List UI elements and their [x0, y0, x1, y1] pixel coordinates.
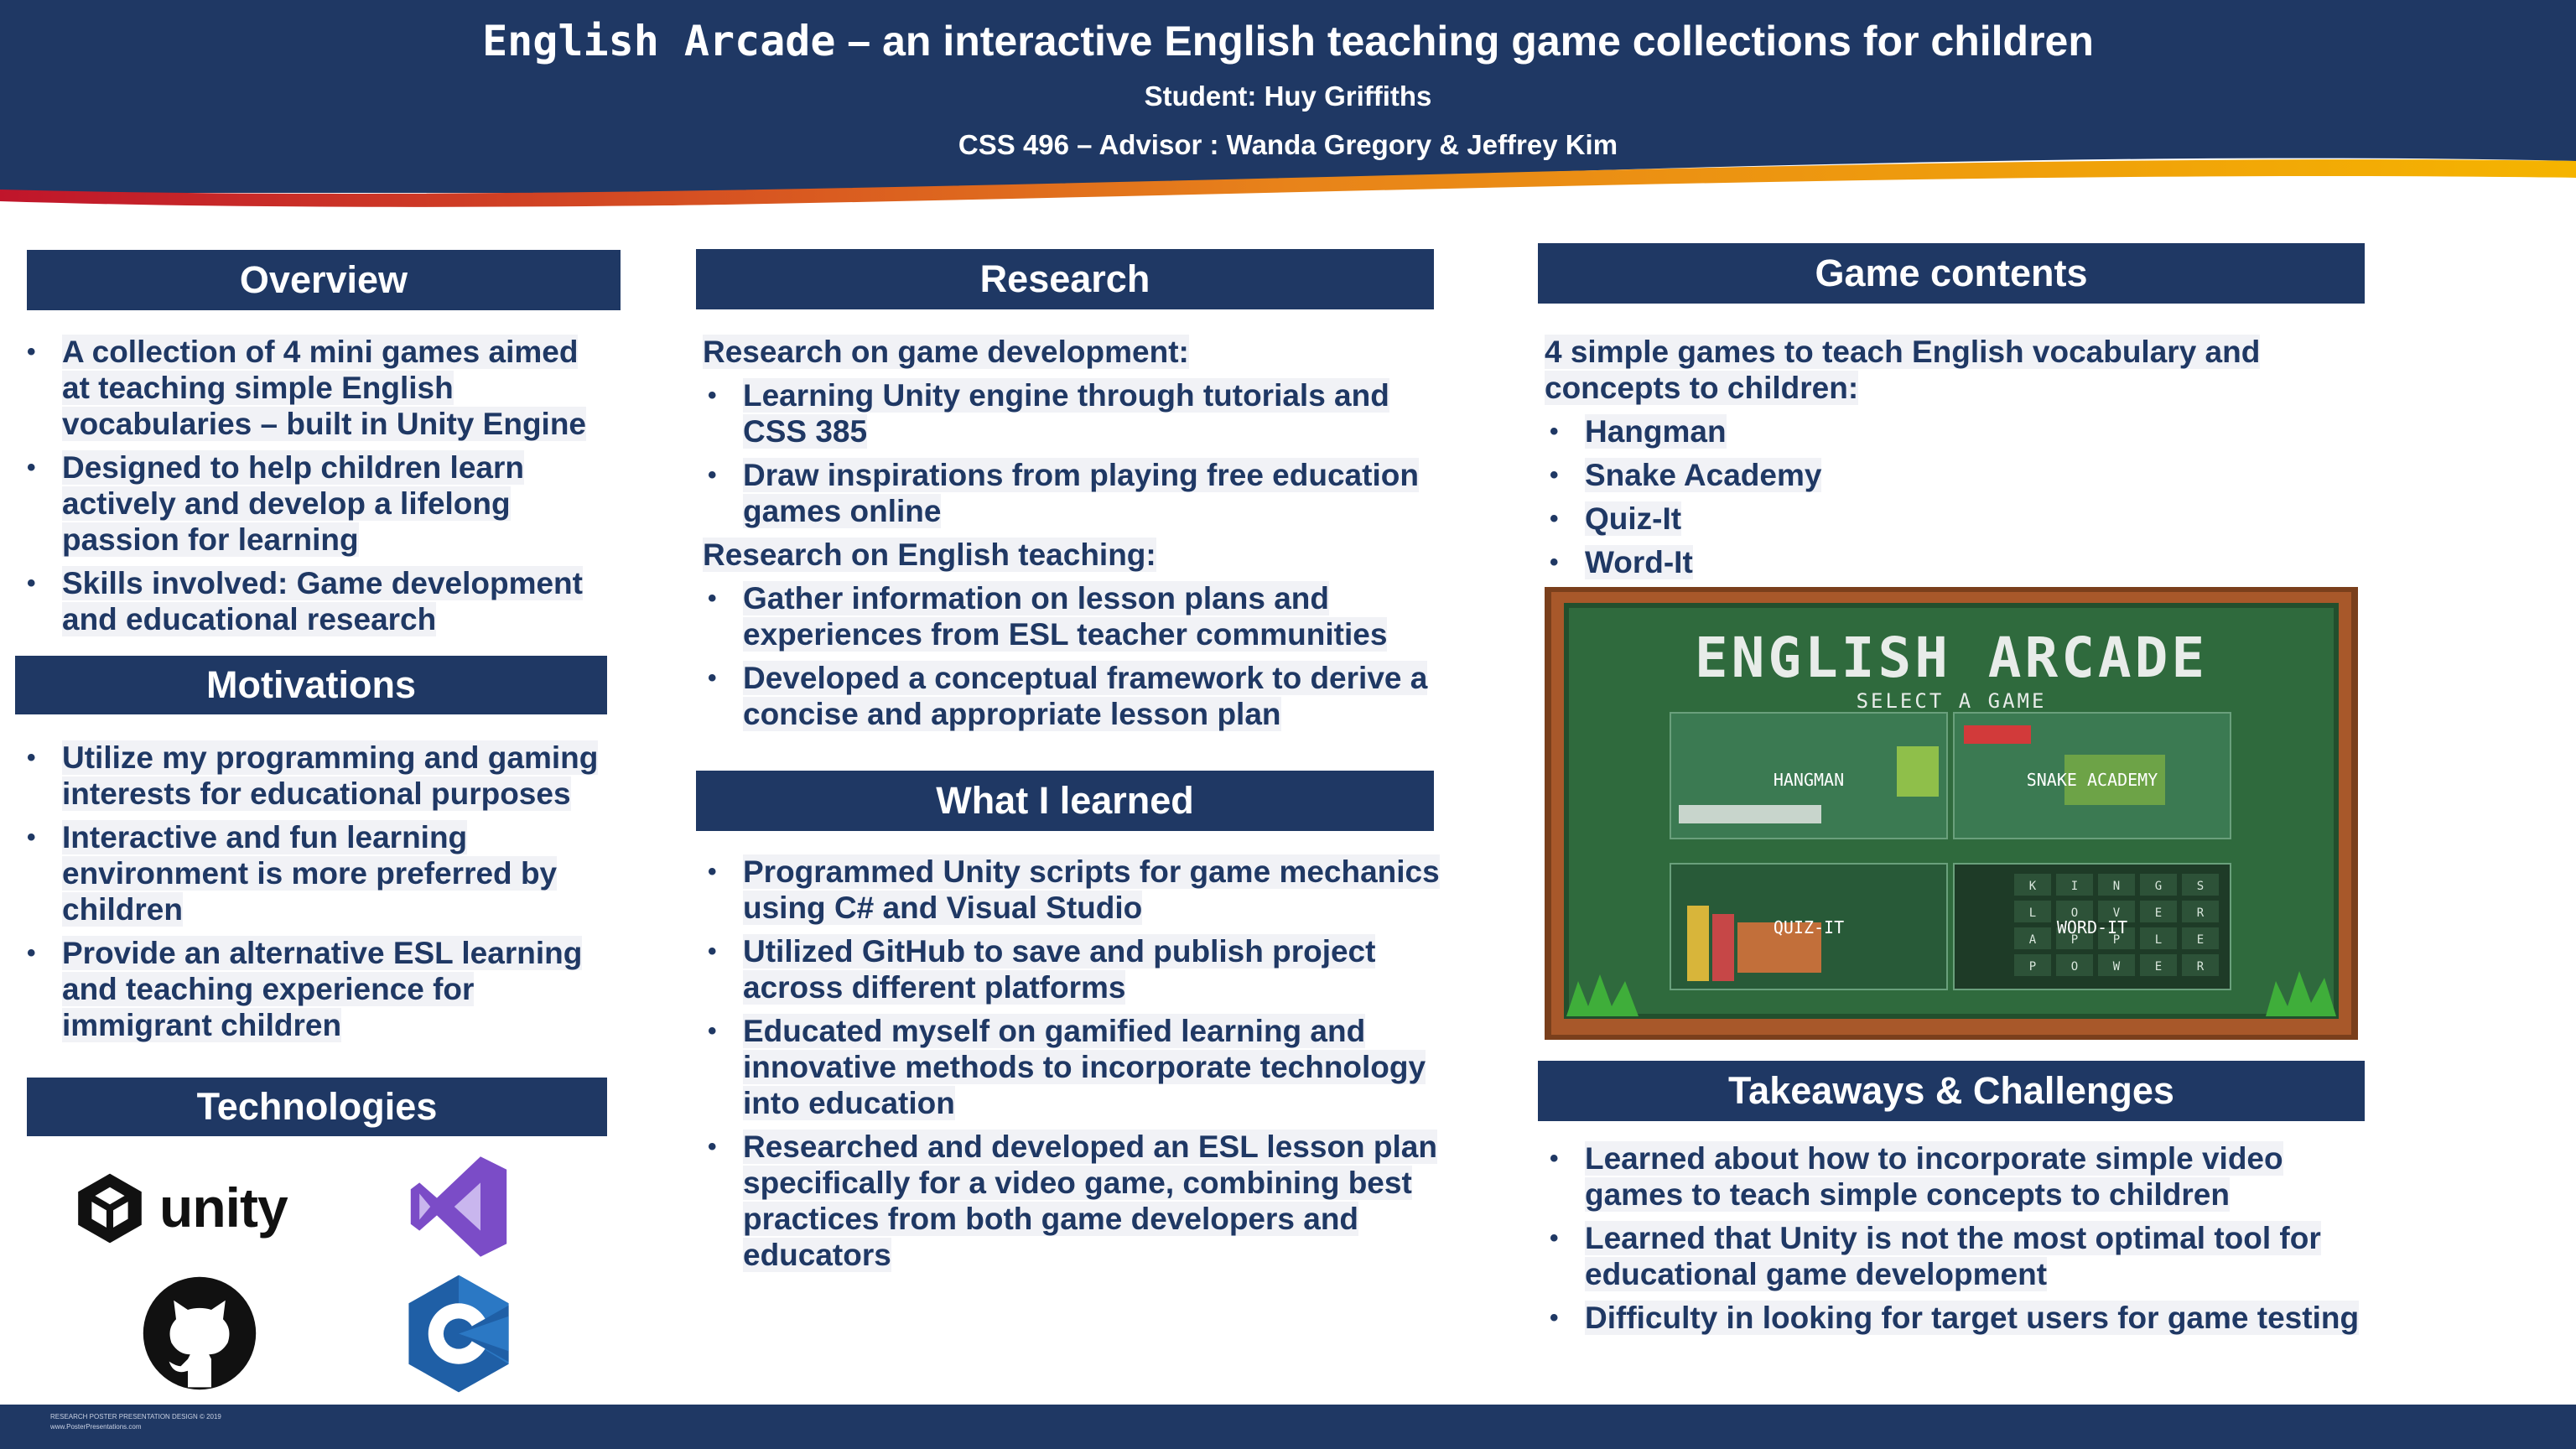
list-item: Provide an alternative ESL learning and …: [22, 935, 609, 1043]
poster-footer: RESEARCH POSTER PRESENTATION DESIGN © 20…: [0, 1405, 2576, 1449]
overview-list: A collection of 4 mini games aimed at te…: [22, 334, 609, 645]
list-item: Researched and developed an ESL lesson p…: [703, 1129, 1441, 1273]
technologies-heading: Technologies: [27, 1078, 607, 1136]
title-description: – an interactive English teaching game c…: [835, 18, 2094, 65]
game-contents-intro: 4 simple games to teach English vocabula…: [1545, 335, 2261, 405]
footer-copyright: RESEARCH POSTER PRESENTATION DESIGN © 20…: [50, 1413, 221, 1420]
research-intro-teaching: Research on English teaching:: [703, 538, 1156, 572]
list-item: Learned that Unity is not the most optim…: [1545, 1220, 2366, 1292]
overview-heading: Overview: [27, 250, 621, 310]
research-heading: Research: [696, 249, 1434, 309]
list-item: Utilized GitHub to save and publish proj…: [703, 933, 1441, 1005]
list-item: Hangman: [1545, 413, 2366, 449]
poster-title: English Arcade – an interactive English …: [0, 17, 2576, 65]
screenshot-subtitle: SELECT A GAME: [1856, 689, 2047, 713]
csharp-logo: [404, 1273, 513, 1394]
grid-letter: S: [2197, 880, 2204, 893]
tile-label-quiz-it: QUIZ-IT: [1773, 917, 1845, 937]
list-item: Gather information on lesson plans and e…: [703, 580, 1441, 652]
unity-cube-icon: [78, 1173, 142, 1244]
grid-letter: O: [2071, 960, 2078, 974]
list-item: Skills involved: Game development and ed…: [22, 565, 609, 637]
student-name: Student: Huy Griffiths: [1144, 80, 1432, 112]
grid-letter: P: [2029, 960, 2036, 974]
unity-wordmark: unity: [159, 1176, 288, 1239]
screenshot-title: ENGLISH ARCADE: [1694, 626, 2209, 690]
poster-header: English Arcade – an interactive English …: [0, 0, 2576, 210]
grid-letter: W: [2113, 960, 2121, 974]
visual-studio-logo: [404, 1152, 513, 1261]
tile-label-word-it: WORD-IT: [2056, 917, 2128, 937]
grid-letter: E: [2155, 960, 2162, 974]
list-item: Word-It: [1545, 544, 2366, 580]
list-item: Designed to help children learn actively…: [22, 449, 609, 558]
list-item: Difficulty in looking for target users f…: [1545, 1300, 2366, 1336]
learned-list: Programmed Unity scripts for game mechan…: [703, 854, 1441, 1280]
research-intro-development: Research on game development:: [703, 335, 1189, 369]
learned-heading: What I learned: [696, 771, 1434, 831]
list-item: Interactive and fun learning environment…: [22, 819, 609, 927]
game-contents-block: 4 simple games to teach English vocabula…: [1545, 334, 2366, 588]
game-contents-heading: Game contents: [1538, 243, 2365, 304]
visual-studio-icon: [410, 1156, 507, 1257]
motivations-heading: Motivations: [15, 656, 607, 714]
list-item: Programmed Unity scripts for game mechan…: [703, 854, 1441, 926]
tile-label-hangman: HANGMAN: [1773, 770, 1845, 790]
game-screenshot: KINGSLOVERAPPLEPOWER ENGLISH ARCADE SELE…: [1545, 587, 2358, 1040]
grid-letter: I: [2071, 880, 2078, 893]
github-octocat-icon: [143, 1276, 257, 1390]
advisor-line: CSS 496 – Advisor : Wanda Gregory & Jeff…: [958, 129, 1618, 160]
unity-logo: unity: [72, 1166, 290, 1249]
tile-label-snake-academy: SNAKE ACADEMY: [2026, 770, 2158, 790]
footer-website: www.PosterPresentations.com: [50, 1423, 142, 1431]
grid-letter: K: [2029, 880, 2037, 893]
csharp-hexagon-icon: [408, 1275, 509, 1393]
takeaways-list: Learned about how to incorporate simple …: [1545, 1140, 2366, 1343]
motivations-list: Utilize my programming and gaming intere…: [22, 740, 609, 1051]
list-item: Quiz-It: [1545, 501, 2366, 537]
grid-letter: N: [2113, 880, 2120, 893]
list-item: Educated myself on gamified learning and…: [703, 1013, 1441, 1121]
github-logo: [141, 1275, 258, 1392]
research-block: Research on game development: Learning U…: [703, 334, 1441, 740]
list-item: Learning Unity engine through tutorials …: [703, 377, 1441, 449]
grid-letter: G: [2155, 880, 2162, 893]
list-item: Snake Academy: [1545, 457, 2366, 493]
list-item: Developed a conceptual framework to deri…: [703, 660, 1441, 732]
list-item: Draw inspirations from playing free educ…: [703, 457, 1441, 529]
title-game-name: English Arcade: [482, 17, 836, 65]
list-item: A collection of 4 mini games aimed at te…: [22, 334, 609, 442]
grid-letter: R: [2197, 960, 2205, 974]
list-item: Utilize my programming and gaming intere…: [22, 740, 609, 812]
list-item: Learned about how to incorporate simple …: [1545, 1140, 2366, 1213]
takeaways-heading: Takeaways & Challenges: [1538, 1061, 2365, 1121]
